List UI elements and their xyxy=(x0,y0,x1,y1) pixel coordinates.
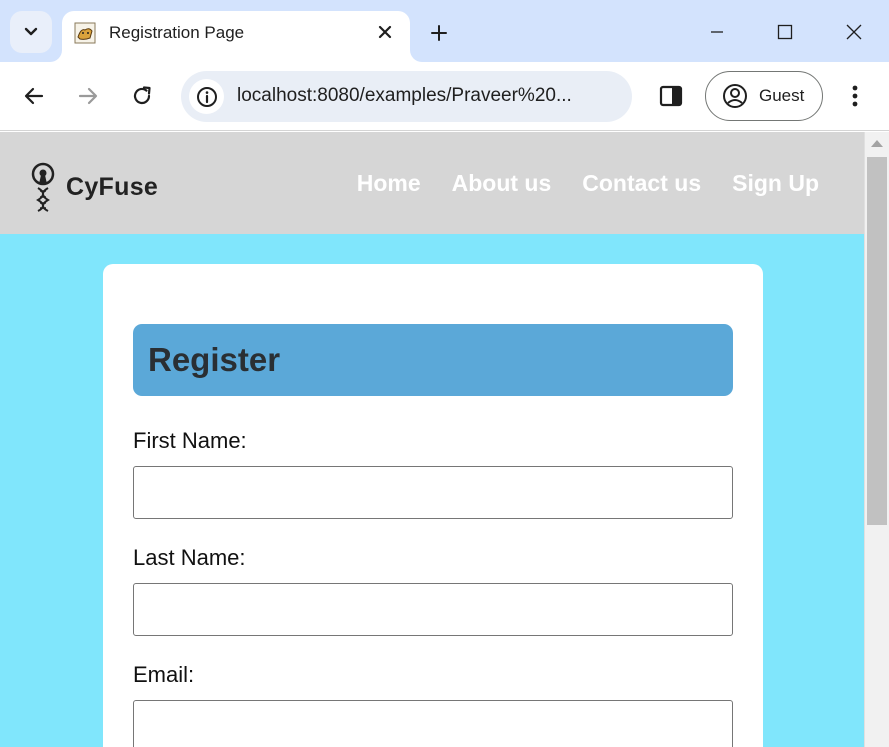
close-window-icon xyxy=(846,24,862,40)
forward-arrow-icon xyxy=(78,87,98,105)
register-title-bar: Register xyxy=(133,324,733,396)
site-header: CyFuse Home About us Contact us Sign Up xyxy=(0,132,864,234)
reload-icon xyxy=(133,86,151,105)
scrollbar-thumb[interactable] xyxy=(867,157,887,525)
address-bar[interactable]: localhost:8080/examples/Praveer%20... xyxy=(181,71,632,122)
browser-menu-button[interactable] xyxy=(840,81,870,111)
forward-button[interactable] xyxy=(73,81,103,111)
site-logo[interactable]: CyFuse xyxy=(28,162,158,212)
profile-button[interactable]: Guest xyxy=(705,71,823,121)
tab-strip: Registration Page xyxy=(0,0,889,62)
browser-toolbar: localhost:8080/examples/Praveer%20... Gu… xyxy=(0,62,889,131)
plus-icon xyxy=(431,25,447,41)
minimize-button[interactable] xyxy=(697,12,737,52)
nav-link-sign-up[interactable]: Sign Up xyxy=(732,170,819,197)
reload-button[interactable] xyxy=(127,81,157,111)
minimize-icon xyxy=(711,31,723,33)
chevron-down-icon xyxy=(24,27,38,36)
close-window-button[interactable] xyxy=(834,12,874,52)
register-heading: Register xyxy=(148,341,281,378)
first-name-input[interactable] xyxy=(133,466,733,519)
brand-name: CyFuse xyxy=(66,172,159,201)
side-panel-button[interactable] xyxy=(656,81,686,111)
page-scrollbar[interactable] xyxy=(864,132,889,747)
profile-icon xyxy=(723,84,747,108)
email-input[interactable] xyxy=(133,700,733,747)
site-info-button[interactable] xyxy=(189,79,224,114)
last-name-label: Last Name: xyxy=(133,545,246,570)
url-text[interactable]: localhost:8080/examples/Praveer%20... xyxy=(237,85,572,107)
info-icon xyxy=(196,86,217,107)
nav-link-about-us[interactable]: About us xyxy=(452,170,552,197)
maximize-icon xyxy=(777,24,793,40)
back-arrow-icon xyxy=(24,87,44,105)
tab-search-button[interactable] xyxy=(10,11,52,53)
new-tab-button[interactable] xyxy=(424,18,454,48)
side-panel-icon xyxy=(659,85,683,107)
scroll-up-arrow-icon[interactable] xyxy=(871,140,883,147)
close-icon xyxy=(378,25,392,39)
dna-logo-icon xyxy=(31,162,55,212)
maximize-button[interactable] xyxy=(765,12,805,52)
nav-link-contact-us[interactable]: Contact us xyxy=(582,170,701,197)
back-button[interactable] xyxy=(19,81,49,111)
first-name-label: First Name: xyxy=(133,428,247,453)
kebab-menu-icon xyxy=(852,85,858,107)
tab-close-button[interactable] xyxy=(374,21,396,43)
registration-card: Register First Name: Last Name: Email: xyxy=(103,264,763,747)
tomcat-favicon-icon xyxy=(74,22,96,44)
last-name-input[interactable] xyxy=(133,583,733,636)
active-tab[interactable]: Registration Page xyxy=(62,11,410,62)
profile-label: Guest xyxy=(759,86,805,105)
main-nav: Home About us Contact us Sign Up xyxy=(357,170,819,197)
page-viewport: CyFuse Home About us Contact us Sign Up … xyxy=(0,132,864,747)
tab-title: Registration Page xyxy=(109,23,245,42)
nav-link-home[interactable]: Home xyxy=(357,170,421,197)
email-label: Email: xyxy=(133,662,195,687)
